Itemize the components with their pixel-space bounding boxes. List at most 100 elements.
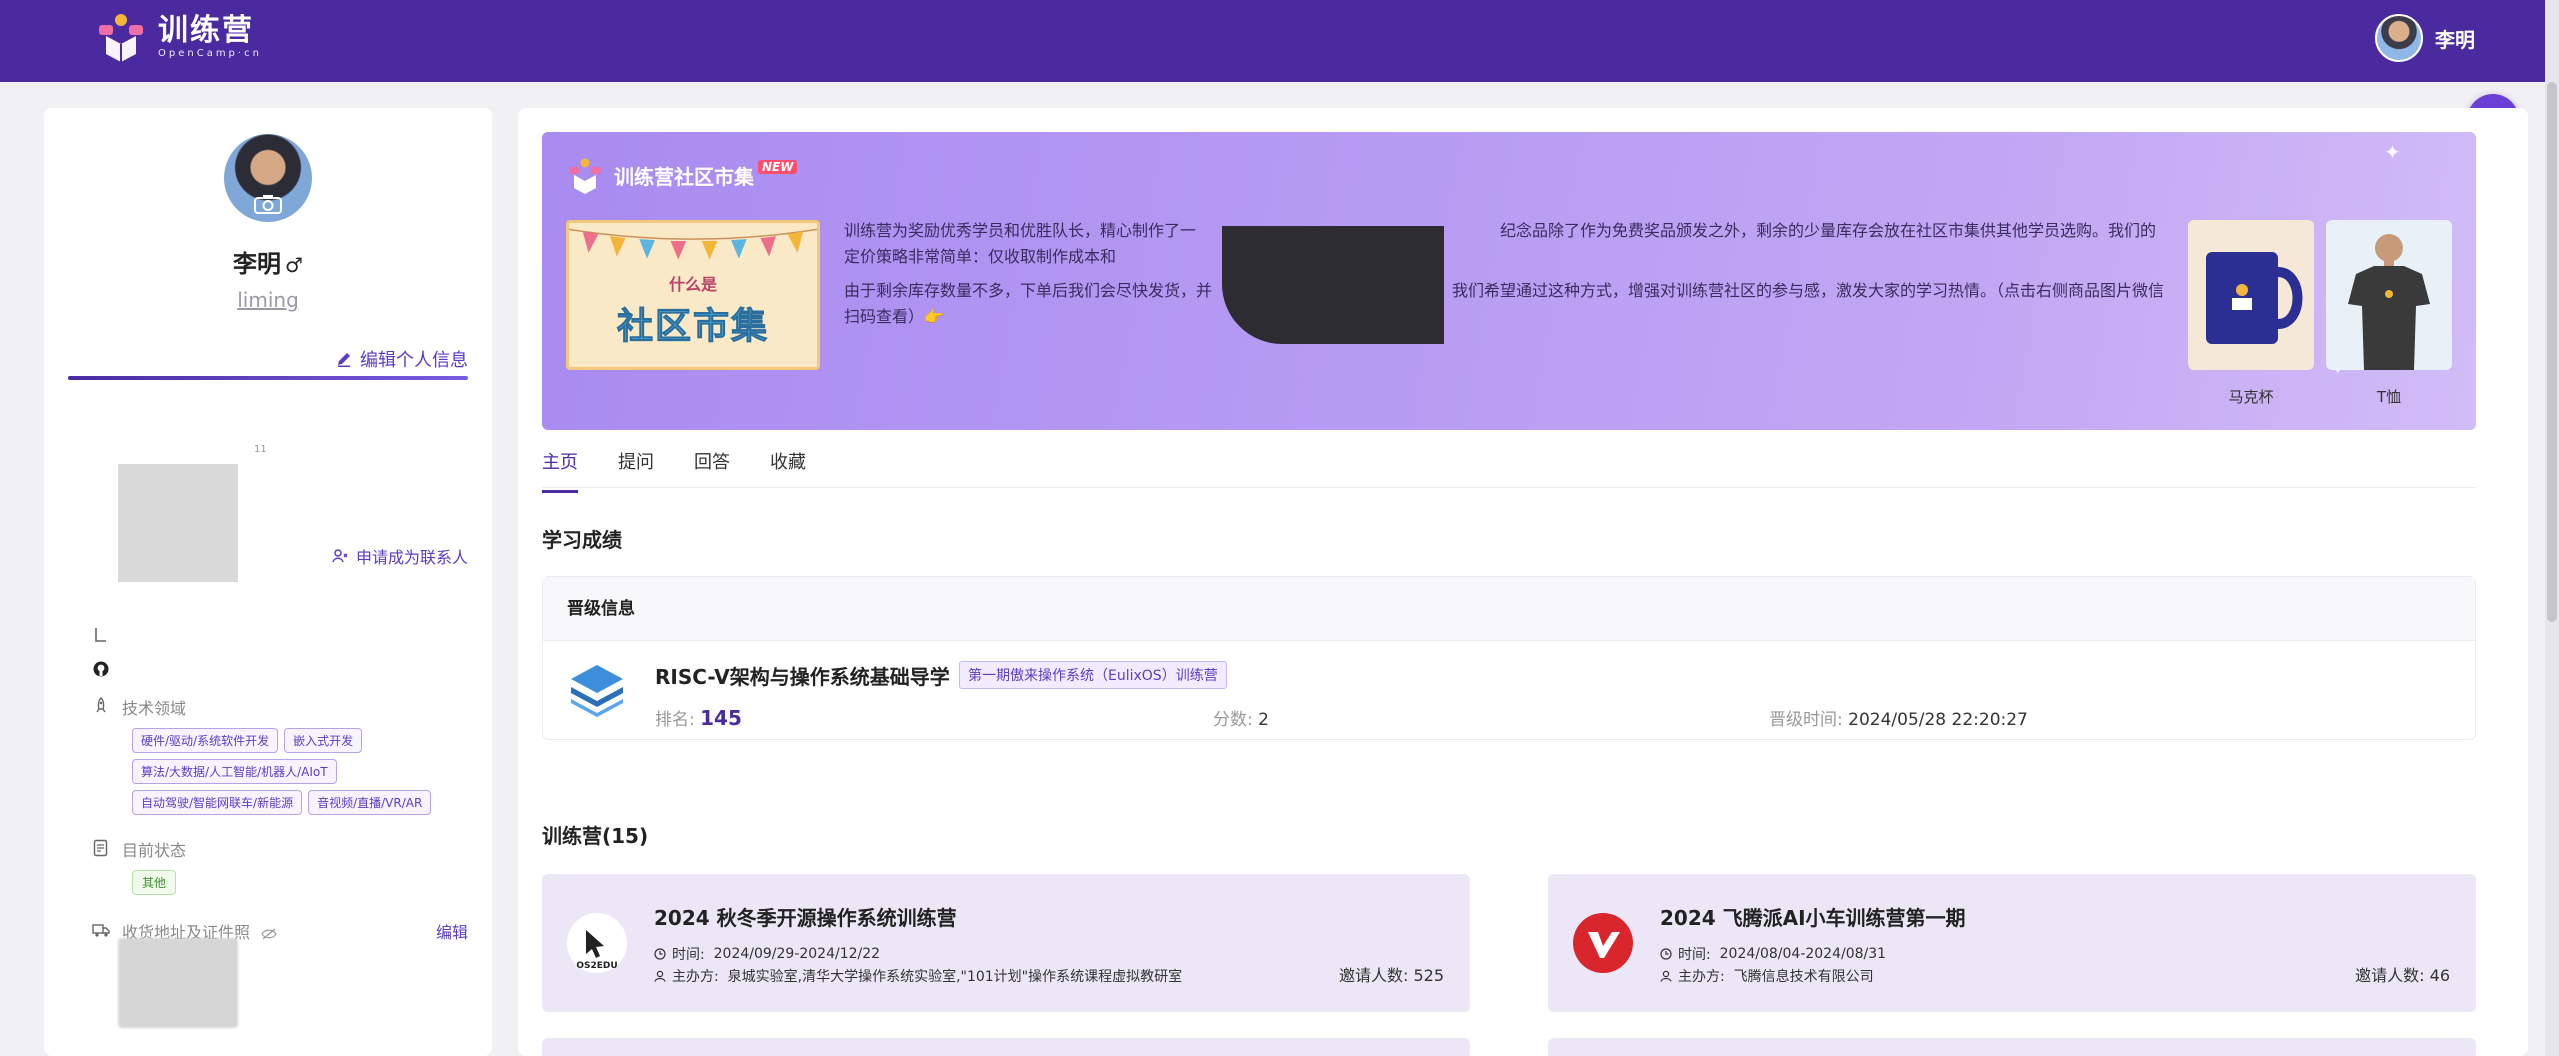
course-camp-tag: 第一期傲来操作系统（EulixOS）训练营 [959, 661, 1227, 689]
truck-icon [92, 924, 110, 937]
product-tshirt[interactable] [2326, 220, 2452, 370]
tabs-divider [542, 487, 2476, 488]
camera-icon[interactable] [254, 194, 282, 214]
apply-contact-button[interactable]: 申请成为联系人 [332, 544, 468, 568]
invite-value: 525 [1413, 966, 1444, 985]
course-title[interactable]: RISC-V架构与操作系统基础导学 [655, 661, 950, 690]
apply-contact-label: 申请成为联系人 [355, 548, 468, 567]
id-photo-placeholder [118, 938, 238, 1028]
camp-card[interactable]: OS2EDU 2024 秋冬季开源操作系统训练营 时间: 2024/09/29-… [542, 874, 1470, 1012]
product-mug[interactable] [2188, 220, 2314, 370]
promotion-time-label: 晋级时间: [1769, 710, 1843, 730]
camp-host-value: 泉城实验室,清华大学操作系统实验室,"101计划"操作系统课程虚拟教研室 [727, 969, 1183, 985]
rank-info: 排名: 145 [655, 705, 742, 730]
promotion-header: 晋级信息 [543, 577, 2475, 641]
market-image-line1: 什么是 [668, 275, 717, 294]
page-scrollbar[interactable] [2545, 0, 2559, 1056]
market-image-line2: 社区市集 [616, 306, 769, 348]
user-icon [1660, 970, 1672, 982]
status-tags: 其他 [132, 870, 462, 895]
tech-tag: 嵌入式开发 [284, 728, 363, 753]
camp-card[interactable] [1548, 1038, 2476, 1056]
banner-para2-a: 由于剩余库存数量不多，下单后我们会尽快发货，并 [844, 281, 1213, 300]
study-results-title: 学习成绩 [542, 528, 622, 552]
opencamp-logo[interactable]: 训练营 OpenCamp·cn [94, 10, 262, 64]
promotion-time-value: 2024/05/28 22:20:27 [1848, 710, 2028, 730]
rocket-icon [96, 697, 106, 713]
promotion-card: 晋级信息 RISC-V架构与操作系统基础导学 第一期傲来操作系统（EulixOS… [542, 576, 2476, 740]
camp-time: 时间: 2024/09/29-2024/12/22 [654, 944, 880, 964]
contact-icon [332, 549, 348, 563]
new-badge: NEW [758, 160, 798, 174]
profile-name: 李明 ♂ [44, 244, 492, 279]
os2edu-logo-icon: OS2EDU [567, 913, 627, 973]
bunting-flags-icon [569, 228, 817, 260]
camp-host-label: 主办方: [1678, 969, 1725, 985]
camp-time-label: 时间: [672, 947, 705, 963]
top-navigation-bar: 训练营 OpenCamp·cn 李明 [0, 0, 2545, 82]
status-tag: 其他 [132, 870, 177, 895]
redacted-region [1222, 226, 1444, 344]
eye-off-icon[interactable] [261, 928, 277, 940]
tshirt-icon [2348, 234, 2430, 370]
clock-icon [1660, 948, 1672, 960]
tech-tag: 硬件/驱动/系统软件开发 [132, 728, 279, 753]
invite-label: 邀请人数: [2355, 966, 2425, 985]
banner-title: 训练营社区市集 NEW [566, 156, 798, 194]
camp-card[interactable] [542, 1038, 1470, 1056]
scrollbar-thumb[interactable] [2547, 82, 2557, 622]
status-doc-icon [93, 839, 108, 857]
tech-tag: 自动驾驶/智能网联车/新能源 [132, 790, 303, 815]
tech-field-label: 技术领域 [122, 699, 187, 718]
profile-panel: 李明 ♂ liming 编辑个人信息 11 申请成为联系人 技术领域 硬件/驱动/… [44, 108, 492, 1056]
location-icon [95, 628, 106, 642]
product-tshirt-label: T恤 [2376, 388, 2402, 406]
user-menu[interactable]: 李明 [2375, 14, 2475, 62]
rank-label: 排名: [655, 710, 695, 730]
score-info: 分数: 2 [1213, 705, 1269, 730]
camp-invite-count: 邀请人数: 46 [2355, 962, 2450, 986]
profile-divider [68, 376, 468, 380]
logo-text: 训练营 OpenCamp·cn [158, 14, 262, 60]
community-market-banner: ✦ ✦ 训练营社区市集 NEW 什么是 社区市集 训练营为奖励优秀学员和优胜队长… [542, 132, 2476, 430]
tech-tags: 硬件/驱动/系统软件开发 嵌入式开发 算法/大数据/人工智能/机器人/AIoT … [132, 728, 462, 815]
status-label: 目前状态 [122, 841, 187, 860]
camp-card[interactable]: 2024 飞腾派AI小车训练营第一期 时间: 2024/08/04-2024/0… [1548, 874, 2476, 1012]
camp-title[interactable]: 2024 秋冬季开源操作系统训练营 [654, 902, 957, 931]
edit-profile-button[interactable]: 编辑个人信息 [336, 346, 468, 372]
user-name[interactable]: 李明 [2435, 24, 2475, 53]
market-intro-image[interactable]: 什么是 社区市集 [566, 220, 820, 370]
profile-avatar[interactable] [224, 134, 312, 222]
camp-host-label: 主办方: [672, 969, 719, 985]
edit-profile-label: 编辑个人信息 [360, 350, 468, 371]
camps-title: 训练营(15) [542, 824, 649, 848]
clock-icon [654, 948, 666, 960]
mug-icon [2206, 252, 2303, 344]
camp-time-label: 时间: [1678, 947, 1711, 963]
sparkle-icon: ✦ [2384, 140, 2401, 164]
logo-subtitle: OpenCamp·cn [158, 48, 262, 59]
rank-value: 145 [700, 706, 742, 730]
user-avatar[interactable] [2375, 14, 2423, 62]
address-edit-link[interactable]: 编辑 [436, 919, 468, 943]
banner-para1-a: 训练营为奖励优秀学员和优胜队长，精心制作了一 [844, 221, 1197, 240]
camp-title[interactable]: 2024 飞腾派AI小车训练营第一期 [1660, 902, 1966, 931]
main-content: ✦ ✦ 训练营社区市集 NEW 什么是 社区市集 训练营为奖励优秀学员和优胜队长… [518, 108, 2528, 1056]
phytium-logo-icon [1573, 913, 1633, 973]
invite-label: 邀请人数: [1338, 966, 1409, 985]
product-mug-label: 马克杯 [2228, 388, 2274, 406]
camp-host: 主办方: 泉城实验室,清华大学操作系统实验室,"101计划"操作系统课程虚拟教研… [654, 966, 1182, 986]
banner-title-text: 训练营社区市集 [614, 164, 754, 189]
qr-note: 11 [254, 444, 267, 455]
market-logo-icon [569, 158, 601, 194]
camp-time-value: 2024/09/29-2024/12/22 [713, 946, 881, 962]
camp-invite-count: 邀请人数: 525 [1339, 962, 1444, 986]
camp-time-value: 2024/08/04-2024/08/31 [1719, 946, 1887, 962]
camp-logo-text: OS2EDU [576, 961, 617, 971]
profile-username[interactable]: liming [44, 288, 492, 312]
logo-title: 训练营 [158, 13, 254, 48]
score-value: 2 [1258, 710, 1269, 730]
invite-value: 46 [2429, 966, 2450, 985]
logo-mark-icon [99, 14, 143, 62]
camp-host: 主办方: 飞腾信息技术有限公司 [1660, 966, 1874, 986]
